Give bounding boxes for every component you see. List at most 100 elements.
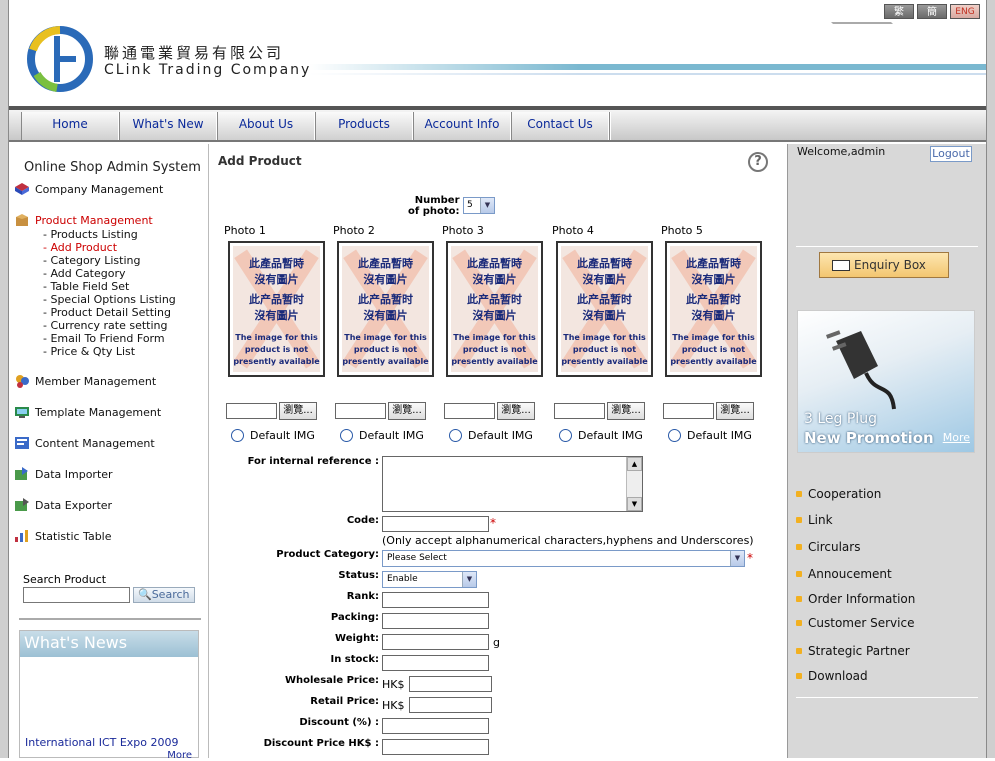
submenu-product-detail-setting[interactable]: - Product Detail Setting <box>43 306 171 319</box>
photo-file-input[interactable] <box>444 403 495 419</box>
promo-more-link[interactable]: More <box>943 431 970 444</box>
photo-placeholder-image[interactable]: 此產品暫時 沒有圖片 此产品暂时 沒有圖片 The image for this… <box>228 241 325 377</box>
right-link-link[interactable]: Link <box>796 513 833 527</box>
menu-statistic-table[interactable]: Statistic Table <box>14 529 112 543</box>
nav-home[interactable]: Home <box>21 112 119 140</box>
weight-label: Weight: <box>335 633 379 644</box>
rank-label: Rank: <box>346 591 379 602</box>
menu-data-importer[interactable]: Data Importer <box>14 467 113 481</box>
lang-simplified-button[interactable]: 簡 <box>917 4 947 19</box>
nav-about-us[interactable]: About Us <box>217 112 315 140</box>
photo-file-input[interactable] <box>335 403 386 419</box>
enquiry-box-button[interactable]: Enquiry Box <box>819 252 949 278</box>
photo-file-input[interactable] <box>554 403 605 419</box>
menu-company-management[interactable]: Company Management <box>14 182 163 196</box>
menu-product-management[interactable]: Product Management <box>14 213 153 227</box>
photo-text: 此產品暫時 <box>686 257 741 270</box>
help-icon[interactable]: ? <box>748 152 768 172</box>
news-more-link[interactable]: More <box>167 750 192 761</box>
right-divider <box>796 246 978 247</box>
photo-label: Photo 3 <box>442 224 484 237</box>
internal-reference-textarea[interactable]: ▲ ▼ <box>382 456 643 512</box>
browse-button[interactable]: 瀏覽... <box>716 402 754 420</box>
menu-label: Company Management <box>35 182 164 196</box>
submenu-add-product[interactable]: - Add Product <box>43 241 117 254</box>
photo-file-input[interactable] <box>226 403 277 419</box>
news-item-link[interactable]: International ICT Expo 2009 <box>25 736 179 749</box>
scroll-down-icon[interactable]: ▼ <box>627 497 642 511</box>
lang-english-button[interactable]: ENG <box>950 4 980 19</box>
browse-button[interactable]: 瀏覽... <box>388 402 426 420</box>
wholesale-currency: HK$ <box>382 678 405 691</box>
code-input[interactable] <box>382 516 489 532</box>
menu-content-management[interactable]: Content Management <box>14 436 155 450</box>
promotion-banner[interactable]: 3 Leg Plug New Promotion More <box>797 310 975 453</box>
internal-reference-label: For internal reference : <box>247 456 379 467</box>
menu-data-exporter[interactable]: Data Exporter <box>14 498 112 512</box>
search-input[interactable] <box>23 587 130 603</box>
photo-placeholder-image[interactable]: 此產品暫時 沒有圖片 此产品暂时 沒有圖片 The image for this… <box>446 241 543 377</box>
required-star: * <box>490 516 496 530</box>
right-link-download[interactable]: Download <box>796 669 868 683</box>
photo-file-input[interactable] <box>663 403 714 419</box>
number-of-photo-label-line2: of photo: <box>408 206 460 217</box>
default-img-label: Default IMG <box>250 429 315 442</box>
browse-button[interactable]: 瀏覽... <box>497 402 535 420</box>
menu-template-management[interactable]: Template Management <box>14 405 161 419</box>
retail-price-input[interactable] <box>409 697 492 713</box>
right-link-strategic-partner[interactable]: Strategic Partner <box>796 644 910 658</box>
right-link-order-information[interactable]: Order Information <box>796 592 915 606</box>
logout-button[interactable]: Logout <box>930 146 972 162</box>
right-link-cooperation[interactable]: Cooperation <box>796 487 881 501</box>
photo-text: 此產品暫時 <box>467 257 522 270</box>
scroll-up-icon[interactable]: ▲ <box>627 457 642 471</box>
default-img-radio[interactable] <box>559 429 572 442</box>
discount-price-input[interactable] <box>382 739 489 755</box>
instock-input[interactable] <box>382 655 489 671</box>
submenu-category-listing[interactable]: - Category Listing <box>43 254 140 267</box>
right-link-circulars[interactable]: Circulars <box>796 540 860 554</box>
packing-input[interactable] <box>382 613 489 629</box>
right-link-annoucement[interactable]: Annoucement <box>796 567 892 581</box>
photo-placeholder-image[interactable]: 此產品暫時 沒有圖片 此产品暂时 沒有圖片 The image for this… <box>556 241 653 377</box>
default-img-radio[interactable] <box>231 429 244 442</box>
menu-label: Statistic Table <box>35 529 112 543</box>
submenu-table-field-set[interactable]: - Table Field Set <box>43 280 129 293</box>
status-select[interactable]: Enable ▼ <box>382 571 477 588</box>
lang-traditional-button[interactable]: 繁 <box>884 4 914 19</box>
product-category-select[interactable]: Please Select ▼ <box>382 550 745 567</box>
submenu-add-category[interactable]: - Add Category <box>43 267 126 280</box>
browse-button[interactable]: 瀏覽... <box>279 402 317 420</box>
submenu-special-options[interactable]: - Special Options Listing <box>43 293 176 306</box>
site-header: 繁 簡 ENG 聯通電業貿易有限公司 CLink Trading Company <box>9 0 986 110</box>
nav-contact-us[interactable]: Contact Us <box>511 112 609 140</box>
submenu-products-listing[interactable]: - Products Listing <box>43 228 138 241</box>
rank-input[interactable] <box>382 592 489 608</box>
company-logo[interactable] <box>27 26 93 92</box>
page-title: Add Product <box>218 154 302 168</box>
retail-currency: HK$ <box>382 699 405 712</box>
weight-input[interactable] <box>382 634 489 650</box>
chevron-down-icon: ▼ <box>480 198 494 213</box>
nav-whats-new[interactable]: What's New <box>119 112 217 140</box>
nav-account-info[interactable]: Account Info <box>413 112 511 140</box>
right-link-customer-service[interactable]: Customer Service <box>796 616 914 630</box>
discount-input[interactable] <box>382 718 489 734</box>
photo-placeholder-image[interactable]: 此產品暫時 沒有圖片 此产品暂时 沒有圖片 The image for this… <box>337 241 434 377</box>
wholesale-price-input[interactable] <box>409 676 492 692</box>
default-img-radio[interactable] <box>449 429 462 442</box>
scrollbar[interactable]: ▲ ▼ <box>626 457 642 511</box>
default-img-radio[interactable] <box>668 429 681 442</box>
nav-products[interactable]: Products <box>315 112 413 140</box>
number-of-photo-select[interactable]: 5 ▼ <box>463 197 495 214</box>
submenu-currency-rate[interactable]: - Currency rate setting <box>43 319 168 332</box>
photo-text: 此产品暂时 <box>577 293 632 306</box>
browse-button[interactable]: 瀏覽... <box>607 402 645 420</box>
submenu-email-friend-form[interactable]: - Email To Friend Form <box>43 332 165 345</box>
default-img-radio[interactable] <box>340 429 353 442</box>
photo-text: 此产品暂时 <box>686 293 741 306</box>
search-button[interactable]: 🔍Search <box>133 587 195 603</box>
submenu-price-qty-list[interactable]: - Price & Qty List <box>43 345 135 358</box>
menu-member-management[interactable]: Member Management <box>14 374 156 388</box>
photo-placeholder-image[interactable]: 此產品暫時 沒有圖片 此产品暂时 沒有圖片 The image for this… <box>665 241 762 377</box>
